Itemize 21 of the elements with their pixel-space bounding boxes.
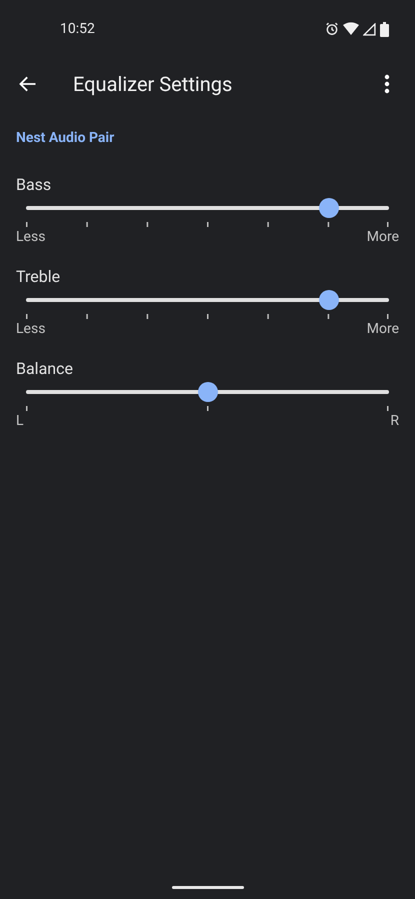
- toolbar-title: Equalizer Settings: [73, 71, 234, 98]
- max-label: More: [366, 321, 399, 337]
- wifi-icon: [343, 22, 359, 36]
- alarm-icon: [325, 22, 339, 36]
- max-label: R: [390, 413, 399, 429]
- slider-thumb[interactable]: [318, 290, 339, 310]
- slider-thumb[interactable]: [318, 198, 339, 218]
- battery-icon: [380, 22, 389, 36]
- slider-label: Balance: [15, 359, 74, 379]
- slider-label: Treble: [15, 267, 62, 287]
- section-title: Nest Audio Pair: [15, 129, 116, 148]
- slider-thumb[interactable]: [198, 382, 218, 402]
- max-label: More: [366, 229, 399, 245]
- min-label: L: [16, 413, 24, 429]
- status-time: 10:52: [60, 20, 95, 38]
- more-vert-icon: [384, 74, 390, 94]
- min-label: Less: [16, 321, 46, 337]
- signal-icon: [363, 22, 376, 36]
- slider-label: Bass: [15, 175, 52, 195]
- min-label: Less: [16, 229, 46, 245]
- back-arrow-icon: [18, 74, 38, 94]
